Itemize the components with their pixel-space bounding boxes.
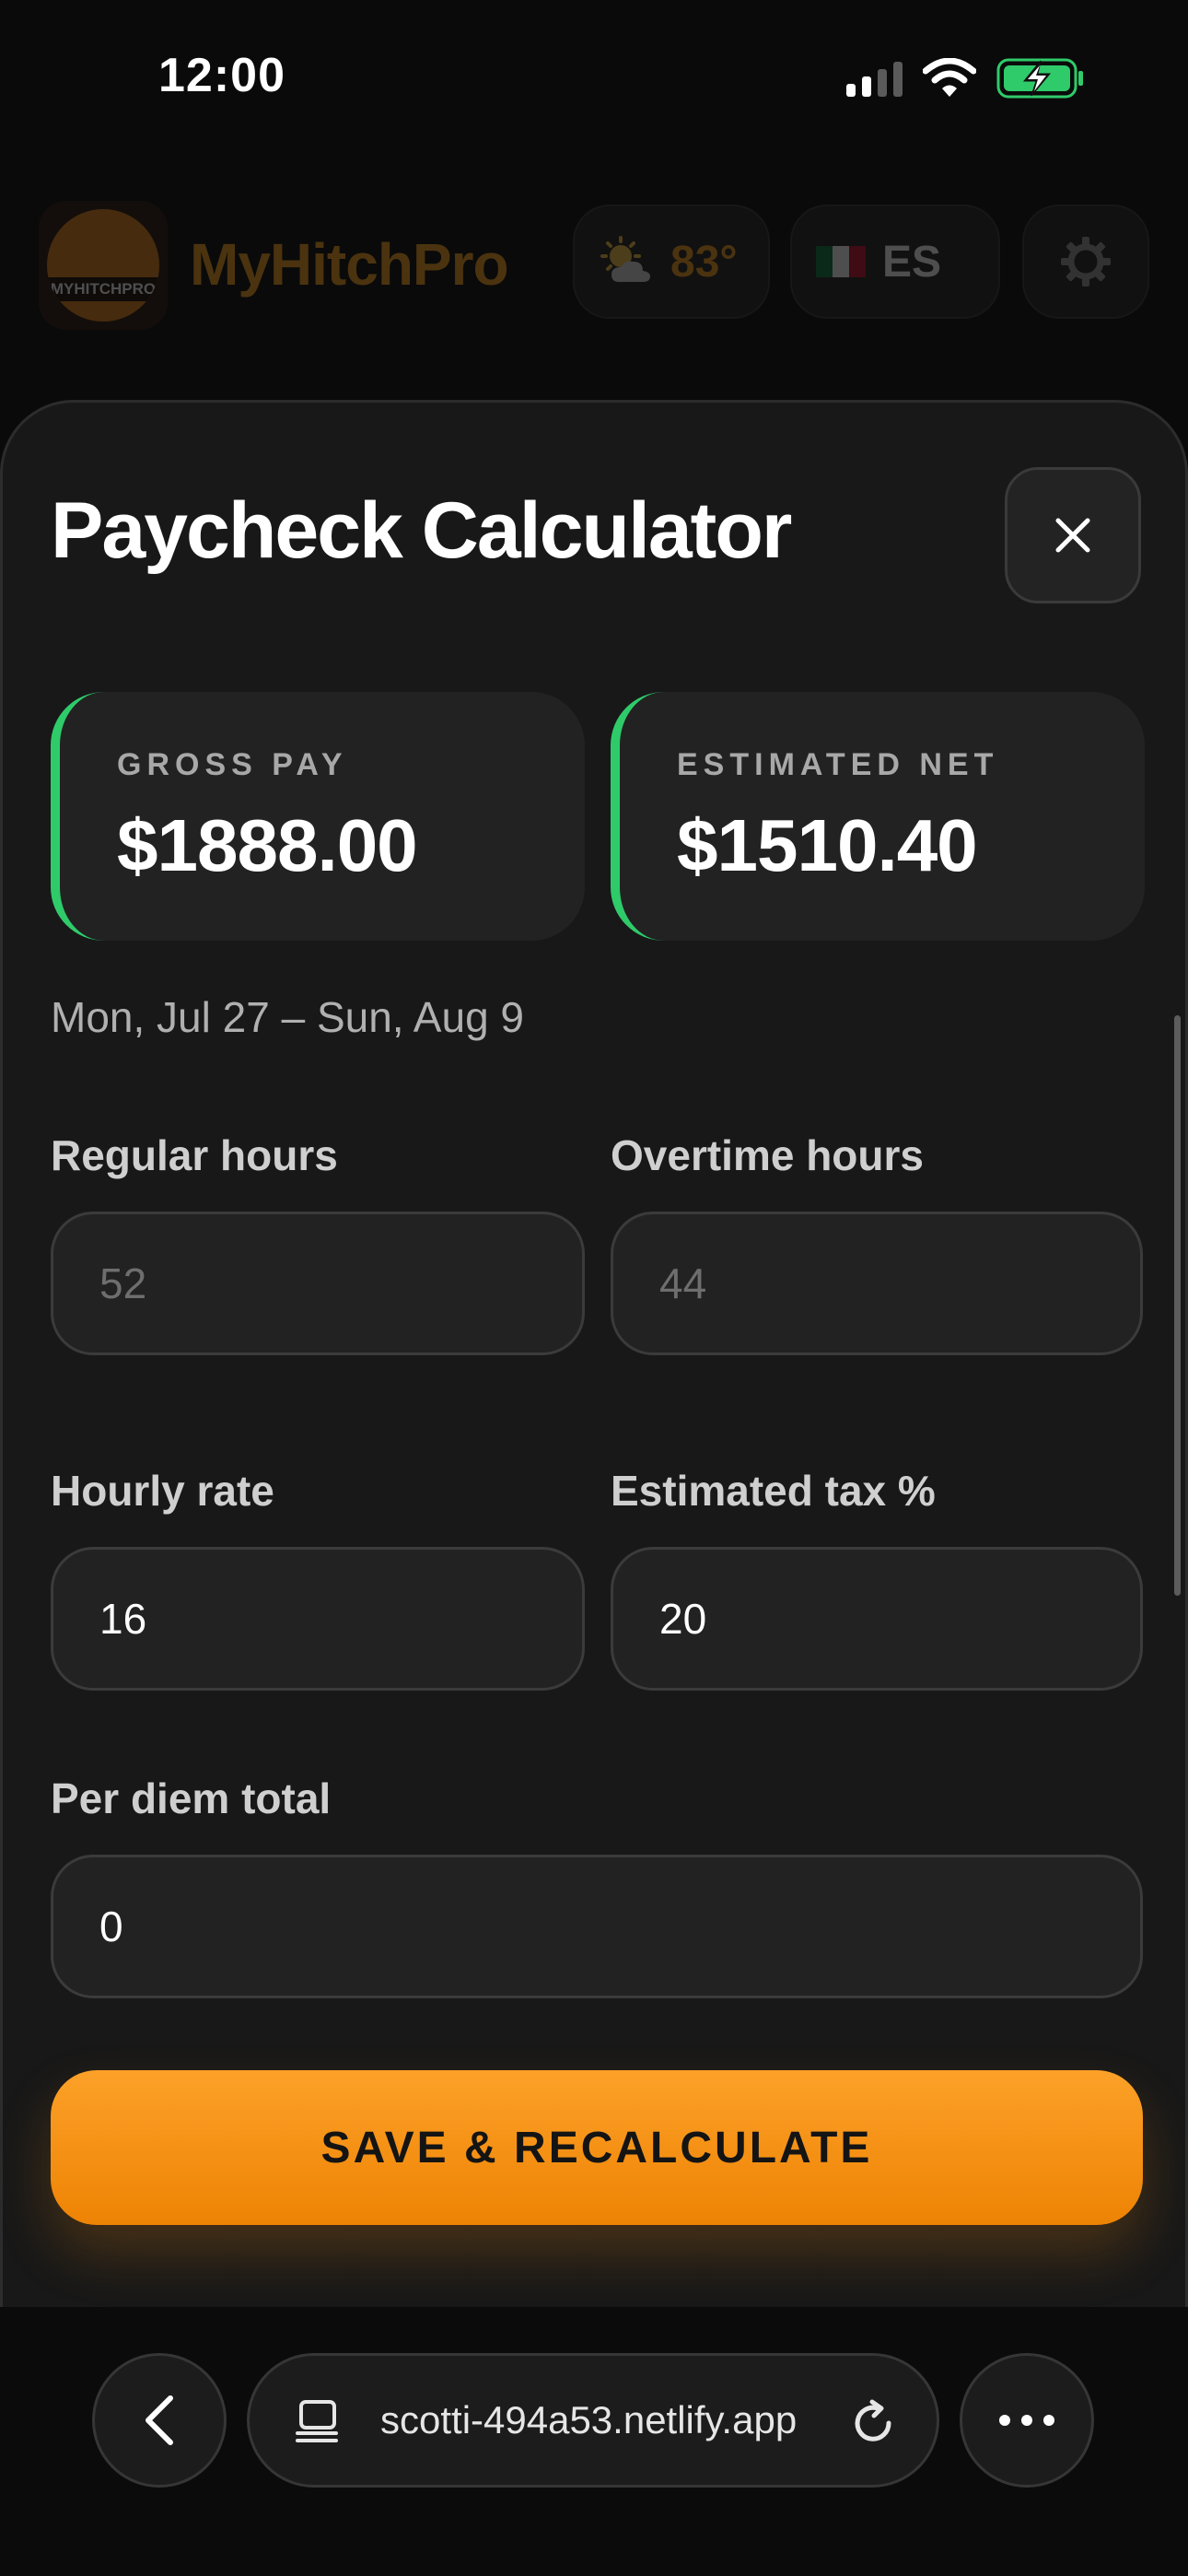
tax-percent-label: Estimated tax % bbox=[611, 1467, 936, 1515]
logo-text: MYHITCHPRO bbox=[47, 277, 159, 301]
app-header: MYHITCHPRO MyHitchPro 83° ES bbox=[0, 193, 1188, 332]
per-diem-label: Per diem total bbox=[51, 1774, 332, 1822]
overtime-hours-label: Overtime hours bbox=[611, 1131, 924, 1179]
wifi-icon bbox=[923, 58, 976, 97]
tax-percent-input[interactable]: 20 bbox=[611, 1547, 1143, 1691]
hourly-rate-label: Hourly rate bbox=[51, 1467, 274, 1515]
estimated-net-label: ESTIMATED NET bbox=[677, 747, 999, 782]
more-icon bbox=[999, 2415, 1054, 2426]
mexico-flag-icon bbox=[816, 246, 866, 277]
status-icons bbox=[846, 57, 1085, 100]
overtime-hours-input[interactable]: 44 bbox=[611, 1212, 1143, 1355]
gross-pay-value: $1888.00 bbox=[117, 804, 418, 886]
gross-pay-label: GROSS PAY bbox=[117, 747, 348, 782]
back-button[interactable] bbox=[92, 2353, 227, 2488]
back-chevron-icon bbox=[146, 2395, 173, 2445]
settings-button[interactable] bbox=[1022, 205, 1149, 319]
browser-toolbar: scotti-494a53.netlify.app bbox=[0, 2307, 1188, 2576]
hourly-rate-input[interactable]: 16 bbox=[51, 1547, 585, 1691]
per-diem-input[interactable]: 0 bbox=[51, 1855, 1143, 1998]
language-code: ES bbox=[882, 237, 942, 287]
close-icon bbox=[1055, 518, 1090, 553]
regular-hours-label: Regular hours bbox=[51, 1131, 338, 1179]
estimated-net-value: $1510.40 bbox=[677, 804, 978, 886]
app-logo: MYHITCHPRO bbox=[39, 201, 168, 330]
battery-charging-icon bbox=[996, 58, 1083, 99]
sun-cloud-icon bbox=[600, 236, 650, 282]
close-button[interactable] bbox=[1005, 467, 1141, 603]
scrollbar[interactable] bbox=[1174, 1015, 1181, 1596]
regular-hours-input[interactable]: 52 bbox=[51, 1212, 585, 1355]
tabs-icon bbox=[296, 2400, 338, 2442]
more-button[interactable] bbox=[960, 2353, 1094, 2488]
status-bar: 12:00 bbox=[0, 0, 1188, 157]
signal-icon bbox=[846, 60, 903, 97]
save-recalculate-button[interactable]: SAVE & RECALCULATE bbox=[51, 2070, 1143, 2225]
reload-icon[interactable] bbox=[848, 2398, 898, 2448]
paycheck-modal: Paycheck Calculator GROSS PAY $1888.00 E… bbox=[0, 400, 1188, 2307]
app-name: MyHitchPro bbox=[190, 231, 509, 298]
gross-pay-card: GROSS PAY $1888.00 bbox=[51, 692, 585, 941]
estimated-net-card: ESTIMATED NET $1510.40 bbox=[611, 692, 1145, 941]
language-chip[interactable]: ES bbox=[790, 205, 1000, 319]
modal-title: Paycheck Calculator bbox=[51, 486, 792, 575]
weather-chip[interactable]: 83° bbox=[573, 205, 770, 319]
address-bar[interactable]: scotti-494a53.netlify.app bbox=[247, 2353, 939, 2488]
gear-icon bbox=[1061, 237, 1111, 287]
weather-temp: 83° bbox=[670, 237, 738, 287]
status-time: 12:00 bbox=[158, 49, 285, 102]
url-text: scotti-494a53.netlify.app bbox=[380, 2398, 798, 2441]
pay-period-range: Mon, Jul 27 – Sun, Aug 9 bbox=[51, 993, 525, 1041]
